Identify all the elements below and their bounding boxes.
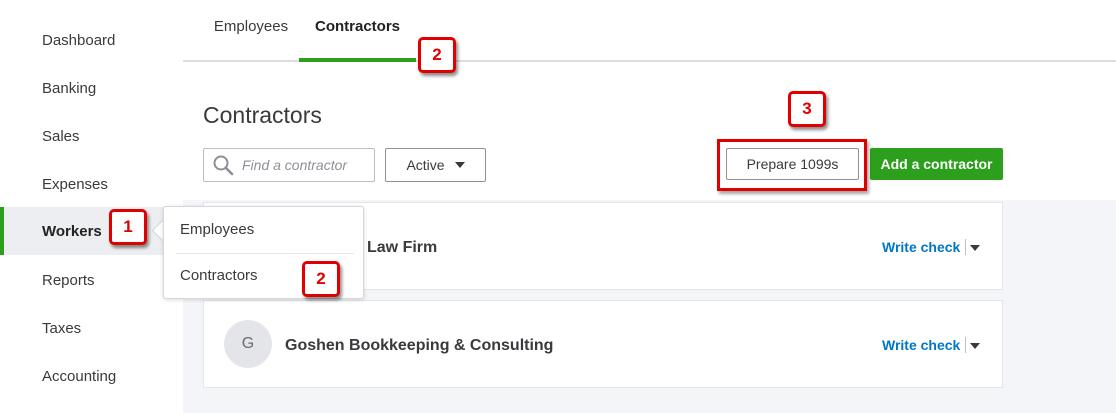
sidebar-item-label: Taxes bbox=[42, 319, 82, 337]
contractor-name: Law Firm bbox=[367, 239, 438, 256]
divider bbox=[965, 337, 966, 353]
annotation-badge: 1 bbox=[109, 209, 147, 245]
sidebar-item-reports[interactable]: Reports bbox=[0, 256, 183, 304]
sidebar-item-label: Banking bbox=[42, 79, 97, 97]
sidebar-item-label: Accounting bbox=[42, 367, 117, 385]
filter-label: Active bbox=[406, 157, 445, 173]
contractor-card[interactable]: G Goshen Bookkeeping & Consulting Write … bbox=[203, 300, 1003, 388]
sidebar-item-taxes[interactable]: Taxes bbox=[0, 304, 183, 352]
tab-employees[interactable]: Employees bbox=[203, 18, 299, 60]
annotation-badge: 2 bbox=[302, 261, 340, 297]
tab-bar: Employees Contractors bbox=[183, 0, 1116, 62]
sidebar-item-label: Dashboard bbox=[42, 31, 116, 49]
divider bbox=[965, 239, 966, 255]
search-icon bbox=[213, 155, 234, 176]
tab-label: Employees bbox=[213, 18, 289, 35]
page-title: Contractors bbox=[203, 102, 322, 128]
flyout-item-employees[interactable]: Employees bbox=[180, 221, 254, 238]
tab-label: Contractors bbox=[314, 18, 400, 35]
sidebar-item-sales[interactable]: Sales bbox=[0, 112, 183, 160]
contractor-name: Goshen Bookkeeping & Consulting bbox=[285, 337, 554, 354]
search-field[interactable] bbox=[203, 148, 375, 182]
tab-contractors[interactable]: Contractors bbox=[299, 18, 416, 62]
flyout-item-contractors[interactable]: Contractors bbox=[180, 267, 258, 284]
avatar: G bbox=[224, 320, 272, 368]
sidebar-item-label: Workers bbox=[42, 222, 102, 240]
status-filter-dropdown[interactable]: Active bbox=[385, 148, 486, 182]
write-check-link[interactable]: Write check bbox=[882, 337, 960, 353]
caret-down-icon[interactable] bbox=[970, 343, 980, 349]
search-input[interactable] bbox=[240, 156, 374, 174]
sidebar-item-expenses[interactable]: Expenses bbox=[0, 160, 183, 208]
sidebar-item-label: Expenses bbox=[42, 175, 108, 193]
sidebar-item-banking[interactable]: Banking bbox=[0, 64, 183, 112]
caret-down-icon bbox=[454, 162, 465, 168]
sidebar-item-dashboard[interactable]: Dashboard bbox=[0, 16, 183, 64]
annotation-badge: 2 bbox=[418, 37, 456, 73]
write-check-link[interactable]: Write check bbox=[882, 239, 960, 255]
sidebar-item-label: Sales bbox=[42, 127, 80, 145]
sidebar-item-label: Reports bbox=[42, 271, 95, 289]
sidebar-item-accounting[interactable]: Accounting bbox=[0, 352, 183, 400]
caret-down-icon[interactable] bbox=[970, 245, 980, 251]
annotation-highlight-box bbox=[717, 139, 867, 191]
add-contractor-button[interactable]: Add a contractor bbox=[870, 148, 1003, 180]
annotation-badge: 3 bbox=[788, 91, 826, 127]
divider bbox=[176, 253, 354, 254]
sidebar: Dashboard Banking Sales Expenses Workers… bbox=[0, 0, 183, 413]
